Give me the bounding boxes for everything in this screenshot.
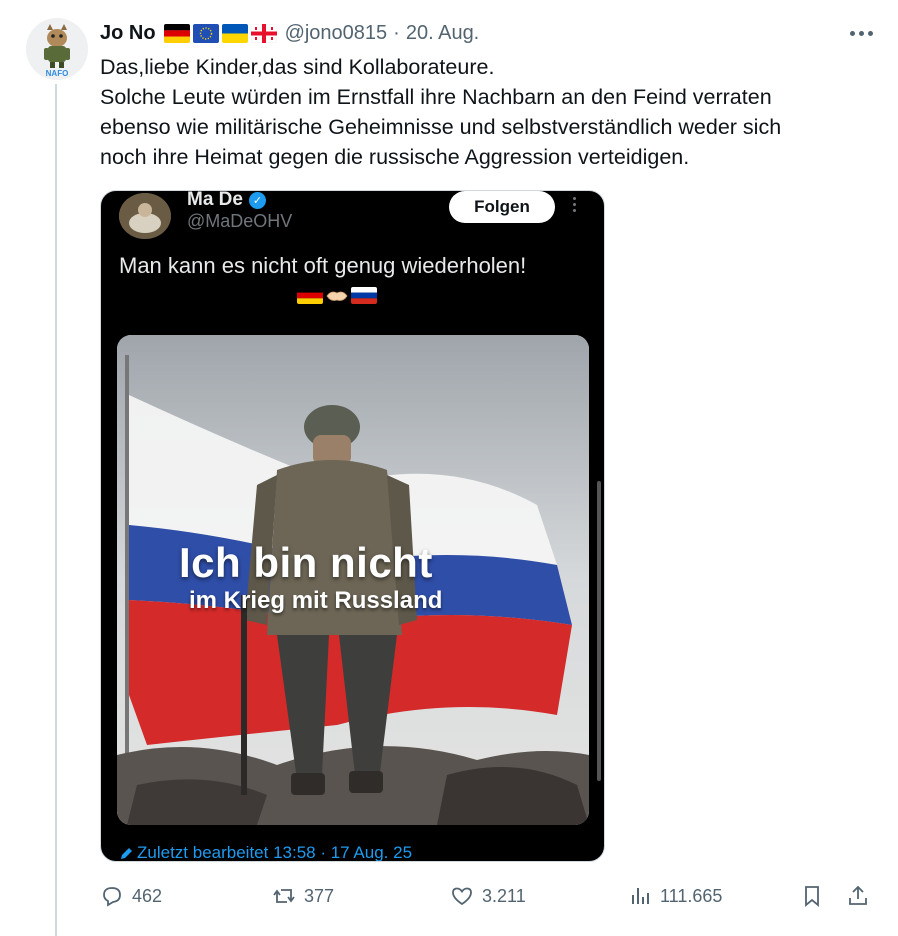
views-count: 111.665: [660, 885, 723, 906]
tweet-media-image[interactable]: Ma De ✓ @MaDeOHV Folgen Man kann es nich…: [100, 190, 605, 862]
quoted-picture: Ich bin nicht im Krieg mit Russland: [117, 335, 589, 825]
tweet-text-line: noch ihre Heimat gegen die russische Agg…: [100, 145, 690, 169]
views-button[interactable]: 111.665: [628, 880, 722, 912]
tweet[interactable]: NAFO Jo No @jono0815 · 20. Aug. Das,lieb…: [0, 0, 898, 936]
tweet-text-line: Das,liebe Kinder,das sind Kollaborateure…: [100, 55, 495, 79]
thread-line: [55, 84, 57, 936]
share-button[interactable]: [846, 880, 870, 912]
tweet-actions: 462 377 3.211 111.665: [100, 880, 880, 912]
georgia-flag-icon: [250, 23, 277, 43]
like-button[interactable]: 3.211: [450, 880, 526, 912]
picture-caption-main: Ich bin nicht: [179, 539, 433, 586]
reply-count: 462: [132, 885, 163, 906]
quoted-avatar: [119, 193, 171, 239]
tweet-date[interactable]: 20. Aug.: [406, 22, 479, 45]
quoted-text: Man kann es nicht oft genug wiederholen!: [119, 253, 527, 278]
reply-button[interactable]: 462: [100, 880, 162, 912]
pencil-icon: [119, 846, 133, 860]
germany-flag-icon: [163, 23, 190, 43]
share-icon: [849, 885, 867, 905]
heart-icon: [452, 887, 472, 906]
handshake-icon: [325, 287, 349, 304]
reply-icon: [103, 887, 121, 907]
repost-button[interactable]: 377: [272, 880, 334, 912]
quoted-more-icon: [573, 197, 576, 212]
scrollbar: [597, 481, 601, 781]
russia-flag-icon: [351, 287, 377, 304]
tweet-text: Das,liebe Kinder,das sind Kollaborateure…: [100, 52, 860, 172]
nafo-dog-avatar-icon: NAFO: [26, 18, 88, 80]
tweet-text-line: Solche Leute würden im Ernstfall ihre Na…: [100, 85, 772, 109]
repost-count: 377: [304, 885, 335, 906]
eu-flag-icon: [192, 23, 219, 43]
quoted-display-name: Ma De ✓: [187, 190, 266, 211]
edited-text: Zuletzt bearbeitet 13:58 · 17 Aug. 25: [137, 843, 413, 862]
repost-icon: [273, 889, 295, 903]
bookmark-button[interactable]: [800, 880, 824, 912]
verified-badge-icon: ✓: [248, 191, 266, 209]
author-display-name[interactable]: Jo No: [100, 22, 156, 45]
germany-flag-icon: [297, 287, 323, 304]
avatar[interactable]: NAFO: [26, 18, 88, 80]
quoted-edited-label: Zuletzt bearbeitet 13:58 · 17 Aug. 25: [119, 843, 413, 862]
nafo-label: NAFO: [46, 69, 69, 78]
bookmark-icon: [805, 886, 819, 907]
quoted-handle: @MaDeOHV: [187, 211, 293, 231]
tweet-text-line: ebenso wie militärische Geheimnisse und …: [100, 115, 782, 139]
picture-caption-sub: im Krieg mit Russland: [189, 587, 443, 614]
header-separator: ·: [393, 21, 400, 44]
more-options-icon[interactable]: [844, 22, 878, 44]
author-handle[interactable]: @jono0815: [285, 22, 388, 45]
quoted-name-text: Ma De: [187, 190, 243, 210]
tweet-header: Jo No @jono0815 · 20. Aug.: [100, 18, 479, 48]
like-count: 3.211: [482, 885, 526, 906]
views-icon: [632, 888, 649, 904]
quoted-follow-button: Folgen: [449, 191, 555, 223]
author-flags: [163, 23, 277, 43]
quoted-emoji-row: [297, 287, 377, 304]
ukraine-flag-icon: [221, 23, 248, 43]
